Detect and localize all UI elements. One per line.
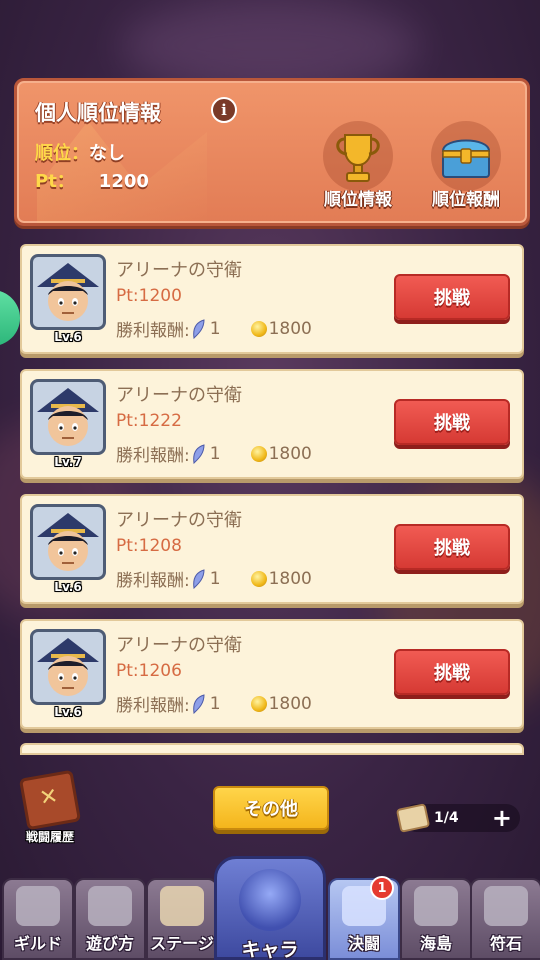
treasure-chest-icon xyxy=(431,121,501,191)
challenge-tickets: 1/4 + xyxy=(395,803,520,833)
tab-label: 遊び方 xyxy=(85,934,134,953)
coin-icon xyxy=(250,320,267,337)
opponent-pt: Pt:1200 xyxy=(116,286,182,306)
other-button[interactable]: その他 xyxy=(213,786,329,830)
opponent-avatar[interactable] xyxy=(30,254,106,330)
challenge-button[interactable]: 挑戦 xyxy=(394,274,510,320)
coin-count: 1800 xyxy=(268,318,312,339)
challenge-button[interactable]: 挑戦 xyxy=(394,649,510,695)
rank-value: なし xyxy=(89,143,125,164)
reward-label: 勝利報酬: xyxy=(116,571,190,591)
reward-label: 勝利報酬: xyxy=(116,696,190,716)
level-label: Lv.6 xyxy=(54,330,82,344)
coin-icon xyxy=(250,570,267,587)
trophy-icon xyxy=(323,121,393,191)
opponent-card: Lv.7 アリーナの守衛 Pt:1222 勝利報酬: 1 1800 挑戦 xyxy=(20,369,524,479)
feather-icon xyxy=(192,693,206,714)
victory-reward: 勝利報酬: 1 1800 xyxy=(116,441,312,467)
feather-count: 1 xyxy=(209,568,221,589)
feather-count: 1 xyxy=(209,693,221,714)
tab-guild[interactable]: ギルド xyxy=(2,878,74,960)
notification-badge: 1 xyxy=(370,876,394,900)
tab-label: ステージ xyxy=(150,934,214,953)
tab-label: ギルド xyxy=(13,934,62,953)
info-icon[interactable]: i xyxy=(211,97,237,123)
opponent-card: Lv.6 アリーナの守衛 Pt:1208 勝利報酬: 1 1800 挑戦 xyxy=(20,494,524,604)
battle-history-label: 戦闘履歴 xyxy=(25,830,74,844)
opponent-name: アリーナの守衛 xyxy=(116,385,242,406)
island-icon xyxy=(414,886,458,926)
opponent-pt: Pt:1206 xyxy=(116,661,182,681)
personal-ranking-panel: 個人順位情報 i 順位：なし Pt： 1200 順位情報 順位報酬 xyxy=(14,78,530,226)
opponent-avatar[interactable] xyxy=(30,504,106,580)
next-card-peek xyxy=(20,743,524,755)
opponent-name: アリーナの守衛 xyxy=(116,510,242,531)
coin-count: 1800 xyxy=(268,693,312,714)
rank-row: 順位：なし xyxy=(35,139,125,165)
opponent-name: アリーナの守衛 xyxy=(116,260,242,281)
reward-label: 勝利報酬: xyxy=(116,446,190,466)
rank-label: 順位： xyxy=(35,143,89,164)
feather-icon xyxy=(192,568,206,589)
ticket-scroll-icon xyxy=(395,803,431,833)
background-blur xyxy=(120,0,420,90)
opponent-card: Lv.6 アリーナの守衛 Pt:1200 勝利報酬: 1 1800 挑戦 xyxy=(20,244,524,354)
tab-island[interactable]: 海島 xyxy=(400,878,472,960)
how-to-play-icon xyxy=(88,886,132,926)
tab-label: 符石 xyxy=(489,934,522,953)
level-label: Lv.6 xyxy=(54,580,82,594)
victory-reward: 勝利報酬: 1 1800 xyxy=(116,566,312,592)
feather-count: 1 xyxy=(209,318,221,339)
feather-count: 1 xyxy=(209,443,221,464)
ranking-reward-button[interactable]: 順位報酬 xyxy=(423,121,509,221)
ranking-title: 個人順位情報 xyxy=(35,101,161,125)
bottom-tab-bar: ギルド 遊び方 ステージ キャラ 決闘 1 海島 符石 xyxy=(0,856,540,960)
character-icon xyxy=(239,869,301,931)
battle-history-button[interactable]: 戦闘履歴 xyxy=(12,769,88,845)
feather-icon xyxy=(192,443,206,464)
opponent-avatar[interactable] xyxy=(30,379,106,455)
tab-how-to-play[interactable]: 遊び方 xyxy=(74,878,146,960)
pt-label: Pt： xyxy=(35,171,75,192)
feather-icon xyxy=(192,318,206,339)
coin-icon xyxy=(250,445,267,462)
battle-history-book-icon xyxy=(18,769,82,831)
pt-value: 1200 xyxy=(98,171,149,192)
guild-icon xyxy=(16,886,60,926)
level-label: Lv.6 xyxy=(54,705,82,719)
rune-stone-icon xyxy=(484,886,528,926)
level-label: Lv.7 xyxy=(54,455,82,469)
add-ticket-button[interactable]: + xyxy=(492,806,512,830)
reward-label: 勝利報酬: xyxy=(116,321,190,341)
victory-reward: 勝利報酬: 1 1800 xyxy=(116,691,312,717)
stage-map-icon xyxy=(160,886,204,926)
tab-character[interactable]: キャラ xyxy=(214,856,326,960)
opponent-pt: Pt:1208 xyxy=(116,536,182,556)
tab-label: 決闘 xyxy=(347,934,380,953)
challenge-button[interactable]: 挑戦 xyxy=(394,524,510,570)
tab-duel[interactable]: 決闘 1 xyxy=(328,876,400,960)
tab-label: キャラ xyxy=(241,939,299,960)
tab-rune-stone[interactable]: 符石 xyxy=(470,878,540,960)
opponent-card: Lv.6 アリーナの守衛 Pt:1206 勝利報酬: 1 1800 挑戦 xyxy=(20,619,524,729)
opponent-pt: Pt:1222 xyxy=(116,411,182,431)
pt-row: Pt： 1200 xyxy=(35,167,149,193)
ticket-count: 1/4 xyxy=(434,810,459,826)
tab-stage[interactable]: ステージ xyxy=(146,878,218,960)
coin-icon xyxy=(250,695,267,712)
coin-count: 1800 xyxy=(268,568,312,589)
victory-reward: 勝利報酬: 1 1800 xyxy=(116,316,312,342)
opponent-name: アリーナの守衛 xyxy=(116,635,242,656)
side-event-tab[interactable] xyxy=(0,290,20,346)
tab-label: 海島 xyxy=(419,934,452,953)
ranking-info-button[interactable]: 順位情報 xyxy=(315,121,401,221)
challenge-button[interactable]: 挑戦 xyxy=(394,399,510,445)
opponent-avatar[interactable] xyxy=(30,629,106,705)
coin-count: 1800 xyxy=(268,443,312,464)
